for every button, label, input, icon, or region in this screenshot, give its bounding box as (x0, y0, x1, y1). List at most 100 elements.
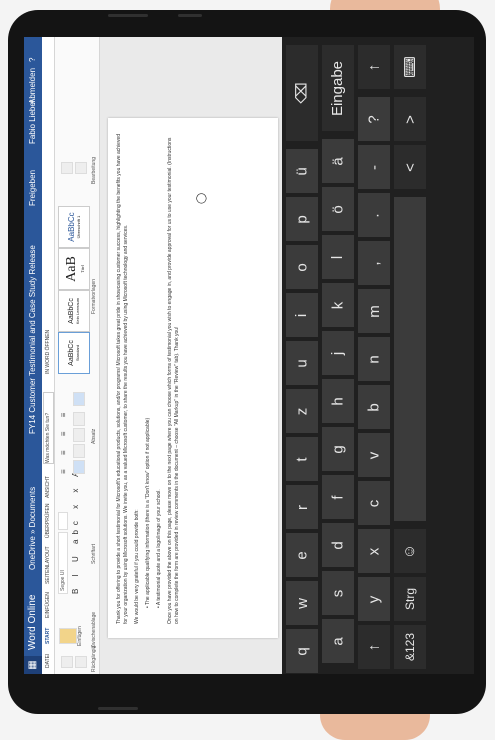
find-icon[interactable] (61, 162, 73, 174)
breadcrumb[interactable]: OneDrive » Documents (24, 487, 42, 570)
tell-me-input[interactable]: Was möchten Sie tun? (43, 392, 54, 464)
key-r[interactable]: r (286, 485, 318, 529)
key-ctrl[interactable]: Strg (394, 577, 426, 621)
key-p[interactable]: p (286, 197, 318, 241)
user-name[interactable]: Fabio Lieber (24, 100, 42, 144)
key-question[interactable]: ? (358, 97, 390, 141)
key-shift-right[interactable]: ↑ (358, 45, 390, 89)
key-i[interactable]: i (286, 293, 318, 337)
group-editing-label: Bearbeitung (91, 157, 97, 184)
key-u-umlaut-label: ü (293, 166, 311, 176)
align-left-icon[interactable] (73, 460, 85, 474)
justify-icon[interactable] (73, 412, 85, 426)
key-enter-label: Eingabe (329, 60, 347, 116)
key-f-label: f (329, 494, 347, 500)
tab-home[interactable]: START (42, 628, 54, 644)
backspace-icon: ⌫ (294, 82, 311, 104)
key-h[interactable]: h (322, 379, 354, 423)
key-q[interactable]: q (286, 629, 318, 673)
key-x[interactable]: x (358, 529, 390, 573)
font-format-buttons[interactable]: B I U abc x x A (71, 467, 80, 594)
key-t[interactable]: t (286, 437, 318, 481)
key-hyphen[interactable]: - (358, 145, 390, 189)
document-page[interactable]: Thank you for offering to provide a shor… (108, 118, 278, 638)
style-heading1-sample: AaBbCc (67, 212, 76, 242)
key-backspace[interactable]: ⌫ (286, 45, 318, 141)
key-o-umlaut[interactable]: ö (322, 187, 354, 231)
key-a[interactable]: a (322, 619, 354, 663)
document-title[interactable]: FY14 Customer Testimonial and Case Study… (24, 245, 42, 434)
key-s[interactable]: s (322, 571, 354, 615)
key-w[interactable]: w (286, 581, 318, 625)
key-numbers[interactable]: &123 (394, 625, 426, 669)
key-emoji[interactable]: ☺ (394, 529, 426, 573)
key-a-umlaut[interactable]: ä (322, 139, 354, 183)
key-arrow-left[interactable]: < (394, 145, 426, 189)
key-comma[interactable]: , (358, 241, 390, 285)
key-m[interactable]: m (358, 289, 390, 333)
key-n-label: n (365, 354, 383, 364)
key-v[interactable]: v (358, 433, 390, 477)
key-u-umlaut[interactable]: ü (286, 149, 318, 193)
key-space[interactable] (394, 197, 426, 521)
key-b[interactable]: b (358, 385, 390, 429)
style-no-spacing-sample: AaBbCc (68, 298, 75, 324)
help-icon[interactable]: ? (24, 58, 42, 62)
font-size-select[interactable] (58, 512, 68, 530)
ribbon: Rückgängig Einfügen Zwischenablage Segoe… (55, 37, 100, 674)
list-buttons[interactable]: ≡ ≡ ≡ ≡ (59, 407, 68, 474)
undo-icon[interactable] (61, 656, 73, 668)
key-i-label: i (293, 313, 311, 317)
key-n[interactable]: n (358, 337, 390, 381)
key-d[interactable]: d (322, 523, 354, 567)
arrow-right-icon: > (401, 114, 419, 124)
key-enter[interactable]: Eingabe (322, 45, 354, 131)
key-arrow-right[interactable]: > (394, 97, 426, 141)
open-in-word-button[interactable]: IN WORD ÖFFNEN (42, 330, 54, 374)
share-button[interactable]: Freigeben (24, 170, 42, 206)
tab-view[interactable]: ANSICHT (42, 476, 54, 498)
key-c[interactable]: c (358, 481, 390, 525)
doc-bullet-2: • A testimonial quote and a logo/image o… (156, 489, 162, 608)
touch-keyboard: q w e r t z u i o p ü ⌫ a s d f g h j k … (282, 37, 474, 674)
emoji-icon: ☺ (401, 543, 419, 559)
tab-review[interactable]: ÜBERPRÜFEN (42, 504, 54, 538)
key-z[interactable]: z (286, 389, 318, 433)
key-o[interactable]: o (286, 245, 318, 289)
align-right-icon[interactable] (73, 428, 85, 442)
key-keyboard-switch[interactable]: ⌨ (394, 45, 426, 89)
pilcrow-icon[interactable] (73, 392, 85, 406)
doc-paragraph-1: Thank you for offering to provide a shor… (116, 133, 129, 624)
style-heading1[interactable]: AaBbCc Überschrift 1 (58, 206, 90, 248)
redo-icon[interactable] (75, 656, 87, 668)
key-y[interactable]: y (358, 577, 390, 621)
key-u[interactable]: u (286, 341, 318, 385)
style-no-spacing[interactable]: AaBbCc Kein Leerraum (58, 290, 90, 332)
style-title[interactable]: AaB Titel (58, 248, 90, 290)
key-g[interactable]: g (322, 427, 354, 471)
shift-right-icon: ↑ (365, 63, 383, 71)
tab-insert[interactable]: EINFÜGEN (42, 592, 54, 618)
style-normal[interactable]: AaBbCc Standard (58, 332, 90, 374)
key-e[interactable]: e (286, 533, 318, 577)
app-launcher-icon[interactable]: ▦ (24, 656, 42, 674)
tab-page-layout[interactable]: SEITENLAYOUT (42, 546, 54, 584)
key-p-label: p (293, 214, 311, 224)
key-k[interactable]: k (322, 283, 354, 327)
tab-file[interactable]: DATEI (42, 654, 54, 668)
key-shift-left[interactable]: ↑ (358, 625, 390, 669)
font-name-select[interactable]: Segoe UI (58, 532, 68, 594)
align-center-icon[interactable] (73, 444, 85, 458)
key-e-label: e (293, 550, 311, 560)
key-a-label: a (329, 636, 347, 646)
key-period[interactable]: . (358, 193, 390, 237)
key-ctrl-label: Strg (402, 587, 417, 611)
paste-icon[interactable] (59, 628, 77, 644)
replace-icon[interactable] (75, 162, 87, 174)
signout-link[interactable]: Abmelden (24, 68, 42, 104)
key-m-label: m (365, 304, 383, 318)
style-heading1-name: Überschrift 1 (76, 215, 81, 239)
key-j[interactable]: j (322, 331, 354, 375)
key-f[interactable]: f (322, 475, 354, 519)
key-l[interactable]: l (322, 235, 354, 279)
